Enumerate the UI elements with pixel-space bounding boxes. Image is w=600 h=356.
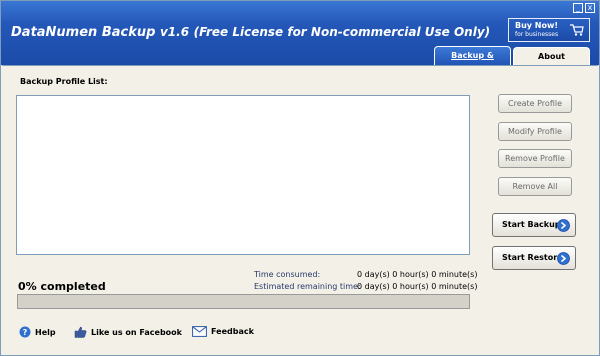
start-restore-button[interactable]: Start Restore bbox=[492, 246, 576, 270]
arrow-right-icon bbox=[557, 252, 570, 265]
app-title: DataNumen Backup v1.6 (Free License for … bbox=[11, 25, 490, 40]
app-window: _ x DataNumen Backup v1.6 (Free License … bbox=[0, 0, 600, 356]
profile-list-label: Backup Profile List: bbox=[20, 77, 108, 86]
help-icon: ? bbox=[19, 326, 31, 338]
thumbs-up-icon bbox=[74, 326, 87, 338]
facebook-label: Like us on Facebook bbox=[91, 327, 182, 337]
start-restore-label: Start Restore bbox=[502, 253, 563, 262]
feedback-link[interactable]: Feedback bbox=[192, 326, 254, 337]
brand-name: DataNumen bbox=[11, 25, 98, 40]
remaining-time-value: 0 day(s) 0 hour(s) 0 minute(s) bbox=[357, 282, 478, 291]
progress-bar bbox=[17, 294, 470, 309]
modify-profile-button[interactable]: Modify Profile bbox=[498, 122, 572, 141]
buy-now-button[interactable]: Buy Now! for businesses bbox=[508, 18, 590, 42]
brand-product: Backup bbox=[101, 25, 156, 40]
tab-backup-restore[interactable]: Backup & Restore bbox=[434, 46, 511, 78]
time-consumed-label: Time consumed: bbox=[254, 270, 321, 279]
facebook-link[interactable]: Like us on Facebook bbox=[74, 326, 182, 338]
svg-text:?: ? bbox=[23, 328, 28, 337]
cart-icon bbox=[570, 24, 584, 36]
remaining-time-label: Estimated remaining time: bbox=[254, 282, 361, 291]
version-label: v1.6 bbox=[159, 25, 190, 39]
progress-label: 0% completed bbox=[18, 280, 106, 293]
minimize-button[interactable]: _ bbox=[573, 3, 583, 13]
create-profile-button[interactable]: Create Profile bbox=[498, 94, 572, 113]
remove-all-button[interactable]: Remove All bbox=[498, 177, 572, 196]
start-backup-label: Start Backup bbox=[502, 220, 561, 229]
help-label: Help bbox=[35, 327, 56, 337]
arrow-right-icon bbox=[557, 219, 570, 232]
tab-about[interactable]: About bbox=[513, 47, 590, 67]
title-bar: _ x DataNumen Backup v1.6 (Free License … bbox=[1, 1, 599, 78]
profile-list[interactable] bbox=[16, 95, 470, 255]
start-backup-button[interactable]: Start Backup bbox=[492, 213, 576, 237]
license-label: (Free License for Non-commercial Use Onl… bbox=[193, 25, 491, 39]
envelope-icon bbox=[192, 326, 207, 337]
close-button[interactable]: x bbox=[585, 3, 595, 13]
feedback-label: Feedback bbox=[211, 327, 254, 336]
help-link[interactable]: ? Help bbox=[19, 326, 56, 338]
window-controls: _ x bbox=[573, 3, 595, 13]
remove-profile-button[interactable]: Remove Profile bbox=[498, 149, 572, 168]
time-consumed-value: 0 day(s) 0 hour(s) 0 minute(s) bbox=[357, 270, 478, 279]
